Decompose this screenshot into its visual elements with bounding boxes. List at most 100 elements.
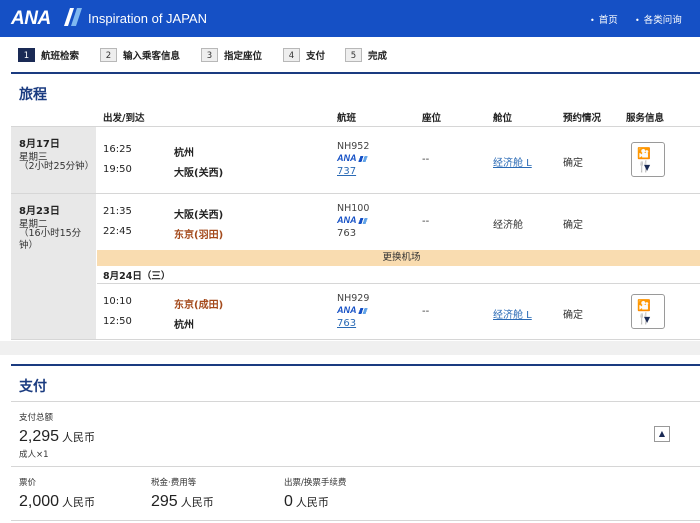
arr-city: 东京(羽田) [174, 230, 224, 241]
col-class: 舱位 [493, 113, 513, 124]
fee-label: 出票/换票手续费 [284, 478, 347, 488]
step-number: 2 [100, 47, 117, 62]
arr-city: 大阪(关西) [174, 168, 224, 179]
step-number: 4 [283, 47, 300, 62]
row-divider [11, 193, 700, 194]
col-booking: 预约情况 [563, 113, 602, 124]
total-amount: 2,295 人民币 [19, 428, 96, 445]
airport-change-notice: 更换机场 [97, 250, 700, 266]
flight-number: NH952 [337, 141, 370, 152]
arr-time: 22:45 [103, 226, 132, 237]
cabin-value: 经济舱 [493, 220, 523, 231]
arr-city: 杭州 [174, 320, 194, 331]
step-number: 3 [201, 47, 218, 62]
col-service: 服务信息 [626, 113, 665, 124]
step-payment: 4 支付 [283, 47, 325, 62]
date-cell: 8月17日 星期三 （2小时25分钟） [11, 127, 96, 193]
step-passenger-info: 2 输入乘客信息 [100, 47, 180, 62]
dep-time: 21:35 [103, 206, 132, 217]
dep-time: 16:25 [103, 144, 132, 155]
ana-logo[interactable]: ANA [11, 8, 51, 30]
dep-city: 杭州 [174, 148, 194, 159]
collapse-button[interactable]: ▲ [654, 426, 670, 442]
date-cell: 8月23日 星期二 （16小时15分钟） [11, 194, 96, 339]
segment-duration: （16小时15分钟） [19, 228, 82, 251]
meal-icon: 🎦🍴 [637, 299, 651, 325]
booking-status: 确定 [563, 220, 583, 231]
step-number: 1 [18, 47, 35, 62]
step-number: 5 [345, 47, 362, 62]
service-info-button[interactable]: 🎦🍴 ▼ [631, 142, 665, 177]
seat-value: -- [422, 154, 430, 165]
step-search: 1 航班检索 [18, 47, 79, 62]
step-label: 航班检索 [41, 50, 80, 62]
step-seat: 3 指定座位 [201, 47, 262, 62]
step-complete: 5 完成 [345, 47, 387, 62]
logo-stripes-icon [357, 155, 368, 162]
inquiry-link[interactable]: • 各类问询 [635, 12, 682, 26]
arr-time: 19:50 [103, 164, 132, 175]
cabin-link[interactable]: 经济舱 L [493, 306, 532, 321]
passenger-count: 成人×1 [19, 450, 49, 460]
col-flight: 航班 [337, 113, 357, 124]
row-divider [97, 283, 700, 284]
row-divider [11, 466, 700, 467]
tagline: Inspiration of JAPAN [88, 11, 207, 26]
fare-amount: 2,000 人民币 [19, 493, 96, 510]
step-label: 完成 [368, 50, 388, 62]
top-bar: ANA Inspiration of JAPAN • 首页 • 各类问询 [0, 0, 700, 37]
progress-steps: 1 航班检索 2 输入乘客信息 3 指定座位 4 支付 5 完成 [0, 37, 700, 73]
fare-label: 票价 [19, 478, 37, 488]
aircraft-link[interactable]: 763 [337, 318, 356, 329]
itinerary-title: 旅程 [19, 87, 47, 103]
tax-amount: 295 人民币 [151, 493, 214, 510]
segment-duration: （2小时25分钟） [19, 161, 95, 172]
seat-value: -- [422, 216, 430, 227]
airline-logo: ANA [337, 305, 368, 315]
chevron-down-icon: ▼ [644, 315, 651, 324]
flight-number: NH100 [337, 203, 370, 214]
total-label: 支付总额 [19, 413, 54, 423]
payment-title: 支付 [19, 379, 47, 395]
logo-stripes-icon [357, 307, 368, 314]
segment-date: 8月17日 [19, 139, 60, 150]
aircraft-link[interactable]: 737 [337, 166, 356, 177]
flight-number: NH929 [337, 293, 370, 304]
tax-label: 税金·费用等 [151, 478, 197, 488]
seat-value: -- [422, 306, 430, 317]
step-label: 输入乘客信息 [123, 50, 181, 62]
logo-stripes-icon [357, 217, 368, 224]
home-link[interactable]: • 首页 [590, 12, 618, 26]
booking-status: 确定 [563, 310, 583, 321]
section-divider [11, 364, 700, 366]
row-divider [11, 520, 700, 521]
meal-icon: 🎦🍴 [637, 147, 651, 173]
section-gap [0, 341, 700, 355]
bullet-icon: • [590, 16, 595, 25]
col-seat: 座位 [422, 113, 442, 124]
sub-segment-date: 8月24日（三） [103, 271, 171, 282]
dep-city: 东京(成田) [174, 300, 224, 311]
arr-time: 12:50 [103, 316, 132, 327]
airline-logo: ANA [337, 215, 368, 225]
row-divider [11, 126, 700, 127]
aircraft-type: 763 [337, 228, 357, 239]
airline-logo: ANA [337, 153, 368, 163]
row-divider [11, 339, 700, 340]
bullet-icon: • [635, 16, 640, 25]
service-info-button[interactable]: 🎦🍴 ▼ [631, 294, 665, 329]
cabin-link[interactable]: 经济舱 L [493, 154, 532, 169]
step-label: 指定座位 [224, 50, 263, 62]
booking-status: 确定 [563, 158, 583, 169]
row-divider [11, 401, 700, 402]
dep-city: 大阪(关西) [174, 210, 224, 221]
dep-time: 10:10 [103, 296, 132, 307]
chevron-up-icon: ▲ [658, 429, 666, 438]
chevron-down-icon: ▼ [644, 163, 651, 172]
fee-amount: 0 人民币 [284, 493, 329, 510]
step-label: 支付 [306, 50, 326, 62]
col-depart-arrive: 出发/到达 [103, 113, 145, 124]
segment-date: 8月23日 [19, 206, 60, 217]
logo-stripes-icon [64, 8, 82, 26]
section-divider [11, 72, 700, 74]
